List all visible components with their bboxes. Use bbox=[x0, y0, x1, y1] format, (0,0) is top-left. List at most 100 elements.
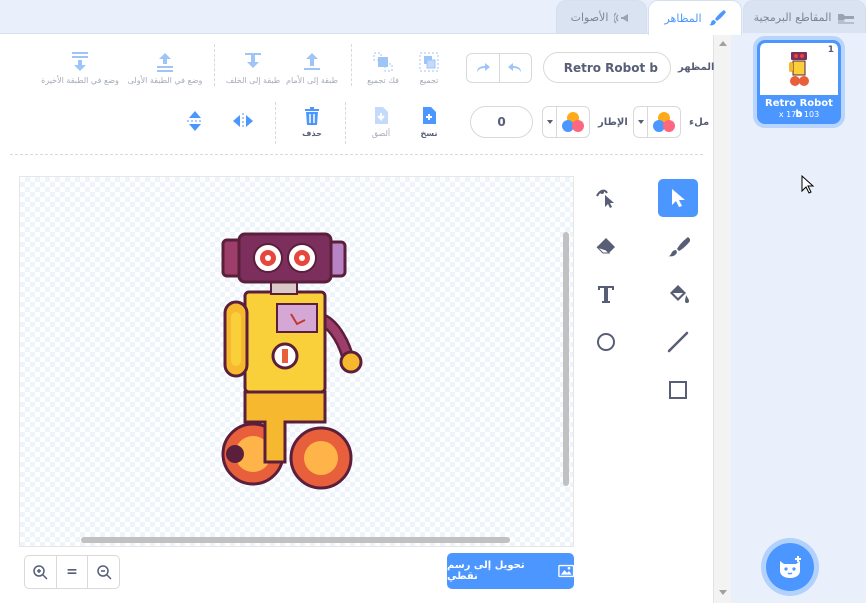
layer-backward-label: طبقة إلى الخلف bbox=[225, 76, 281, 85]
editor-tabs: المقاطع البرمجية المظاهر الأصوات bbox=[0, 0, 866, 35]
layer-back-label: وضع في الطبقة الأخيرة bbox=[41, 76, 119, 85]
toolbar-separator bbox=[275, 102, 276, 144]
redo-icon bbox=[476, 63, 490, 72]
delete-button[interactable]: حذف bbox=[300, 106, 324, 138]
fill-dropdown[interactable] bbox=[634, 107, 648, 137]
zoom-controls: = bbox=[24, 555, 120, 589]
undo-redo-group bbox=[466, 53, 532, 83]
costume-item-size: x 176 103 bbox=[778, 110, 820, 119]
zoom-out-button[interactable] bbox=[88, 556, 119, 588]
chevron-down-icon bbox=[637, 120, 644, 124]
eraser-icon bbox=[596, 238, 615, 254]
fill-color-picker[interactable] bbox=[633, 106, 681, 138]
outline-dropdown[interactable] bbox=[543, 107, 557, 137]
rectangle-icon bbox=[669, 381, 687, 399]
speaker-icon bbox=[614, 11, 629, 24]
delete-label: حذف bbox=[302, 129, 322, 138]
layer-back-icon bbox=[72, 52, 88, 71]
line-icon bbox=[667, 331, 689, 353]
fill-icon bbox=[670, 285, 689, 303]
brush-tool[interactable] bbox=[658, 227, 698, 265]
outline-color-picker[interactable] bbox=[542, 106, 590, 138]
tab-sounds[interactable]: الأصوات bbox=[556, 0, 647, 34]
tab-sounds-label: الأصوات bbox=[570, 11, 609, 24]
tab-costumes[interactable]: المظاهر bbox=[648, 0, 742, 35]
canvas-horizontal-scrollbar[interactable] bbox=[81, 537, 510, 543]
mixed-color-icon bbox=[562, 112, 584, 132]
costume-list-pane: 1 Retro Robot b x 176 103 bbox=[732, 33, 866, 603]
fill-label: ملء bbox=[689, 117, 710, 128]
layer-front-icon bbox=[157, 53, 173, 72]
canvas-vertical-scrollbar[interactable] bbox=[563, 232, 569, 486]
toolbar-separator bbox=[351, 44, 352, 86]
outline-width-input[interactable]: 0 bbox=[470, 106, 533, 138]
group-icon bbox=[419, 52, 439, 72]
tab-code[interactable]: المقاطع البرمجية bbox=[743, 0, 866, 34]
text-icon bbox=[598, 286, 614, 303]
costume-item[interactable]: 1 Retro Robot b x 176 103 bbox=[757, 40, 841, 124]
costume-thumbnail bbox=[760, 43, 838, 95]
outline-swatch[interactable] bbox=[557, 107, 589, 137]
robot-thumbnail-icon bbox=[789, 52, 809, 86]
layer-backward-icon bbox=[245, 53, 261, 68]
flip-horizontal-button[interactable] bbox=[232, 112, 254, 130]
reshape-icon bbox=[596, 189, 614, 208]
paste-button[interactable]: ألصق bbox=[369, 106, 393, 138]
undo-icon bbox=[508, 63, 522, 72]
zoom-reset-button[interactable]: = bbox=[57, 556, 89, 588]
circle-icon bbox=[597, 333, 615, 351]
zoom-out-icon bbox=[96, 565, 112, 580]
eraser-tool[interactable] bbox=[586, 227, 626, 265]
undo-button[interactable] bbox=[500, 54, 532, 82]
outline-label: الإطار bbox=[598, 117, 628, 128]
layer-forward-label: طبقة إلى الأمام bbox=[286, 76, 338, 85]
toolbar-separator bbox=[345, 102, 346, 144]
copy-label: نسخ bbox=[420, 129, 438, 138]
copy-button[interactable]: نسخ bbox=[417, 106, 441, 138]
zoom-in-button[interactable] bbox=[25, 556, 57, 588]
text-tool[interactable] bbox=[586, 275, 626, 313]
costume-name-input[interactable]: Retro Robot b bbox=[543, 52, 671, 83]
layer-forward-icon bbox=[304, 53, 320, 70]
group-button[interactable]: تجميع bbox=[417, 51, 441, 85]
group-label: تجميع bbox=[419, 76, 439, 85]
scroll-down-arrow[interactable] bbox=[719, 590, 727, 595]
flip-vertical-button[interactable] bbox=[185, 110, 205, 132]
layer-front-button[interactable]: وضع في الطبقة الأولى bbox=[127, 51, 203, 85]
fill-tool[interactable] bbox=[658, 275, 698, 313]
redo-button[interactable] bbox=[467, 54, 500, 82]
layer-back-button[interactable]: وضع في الطبقة الأخيرة bbox=[40, 51, 120, 85]
drawing-canvas[interactable] bbox=[19, 176, 574, 547]
circle-tool[interactable] bbox=[586, 323, 626, 361]
layer-front-label: وضع في الطبقة الأولى bbox=[127, 76, 203, 85]
ungroup-label: فك تجميع bbox=[367, 76, 399, 85]
image-icon bbox=[557, 564, 574, 578]
line-tool[interactable] bbox=[658, 323, 698, 361]
brush-icon bbox=[708, 10, 726, 26]
costume-index: 1 bbox=[827, 45, 834, 55]
tab-code-label: المقاطع البرمجية bbox=[753, 11, 832, 24]
code-icon bbox=[838, 13, 855, 24]
paste-label: ألصق bbox=[371, 129, 391, 138]
layer-forward-button[interactable]: طبقة إلى الأمام bbox=[286, 51, 338, 85]
chevron-down-icon bbox=[546, 120, 553, 124]
mixed-color-icon bbox=[653, 112, 675, 132]
paste-icon bbox=[375, 107, 388, 124]
editor-scrollbar[interactable] bbox=[713, 33, 731, 603]
ungroup-button[interactable]: فك تجميع bbox=[363, 51, 403, 85]
layer-backward-button[interactable]: طبقة إلى الخلف bbox=[225, 51, 281, 85]
rectangle-tool[interactable] bbox=[658, 371, 698, 409]
tab-costumes-label: المظاهر bbox=[664, 11, 702, 25]
ungroup-icon bbox=[373, 52, 393, 72]
select-tool[interactable] bbox=[658, 179, 698, 217]
robot-costume-image bbox=[221, 232, 363, 490]
convert-to-bitmap-button[interactable]: تحويل إلى رسم نقطي bbox=[447, 553, 574, 589]
fill-swatch[interactable] bbox=[648, 107, 680, 137]
costume-label: المظهر bbox=[678, 62, 715, 73]
reshape-tool[interactable] bbox=[586, 179, 626, 217]
scroll-up-arrow[interactable] bbox=[719, 41, 727, 46]
brush-tool-icon bbox=[668, 237, 690, 257]
add-costume-button[interactable] bbox=[766, 543, 814, 591]
mouse-cursor-icon bbox=[801, 175, 815, 194]
flip-horizontal-icon bbox=[233, 113, 253, 129]
